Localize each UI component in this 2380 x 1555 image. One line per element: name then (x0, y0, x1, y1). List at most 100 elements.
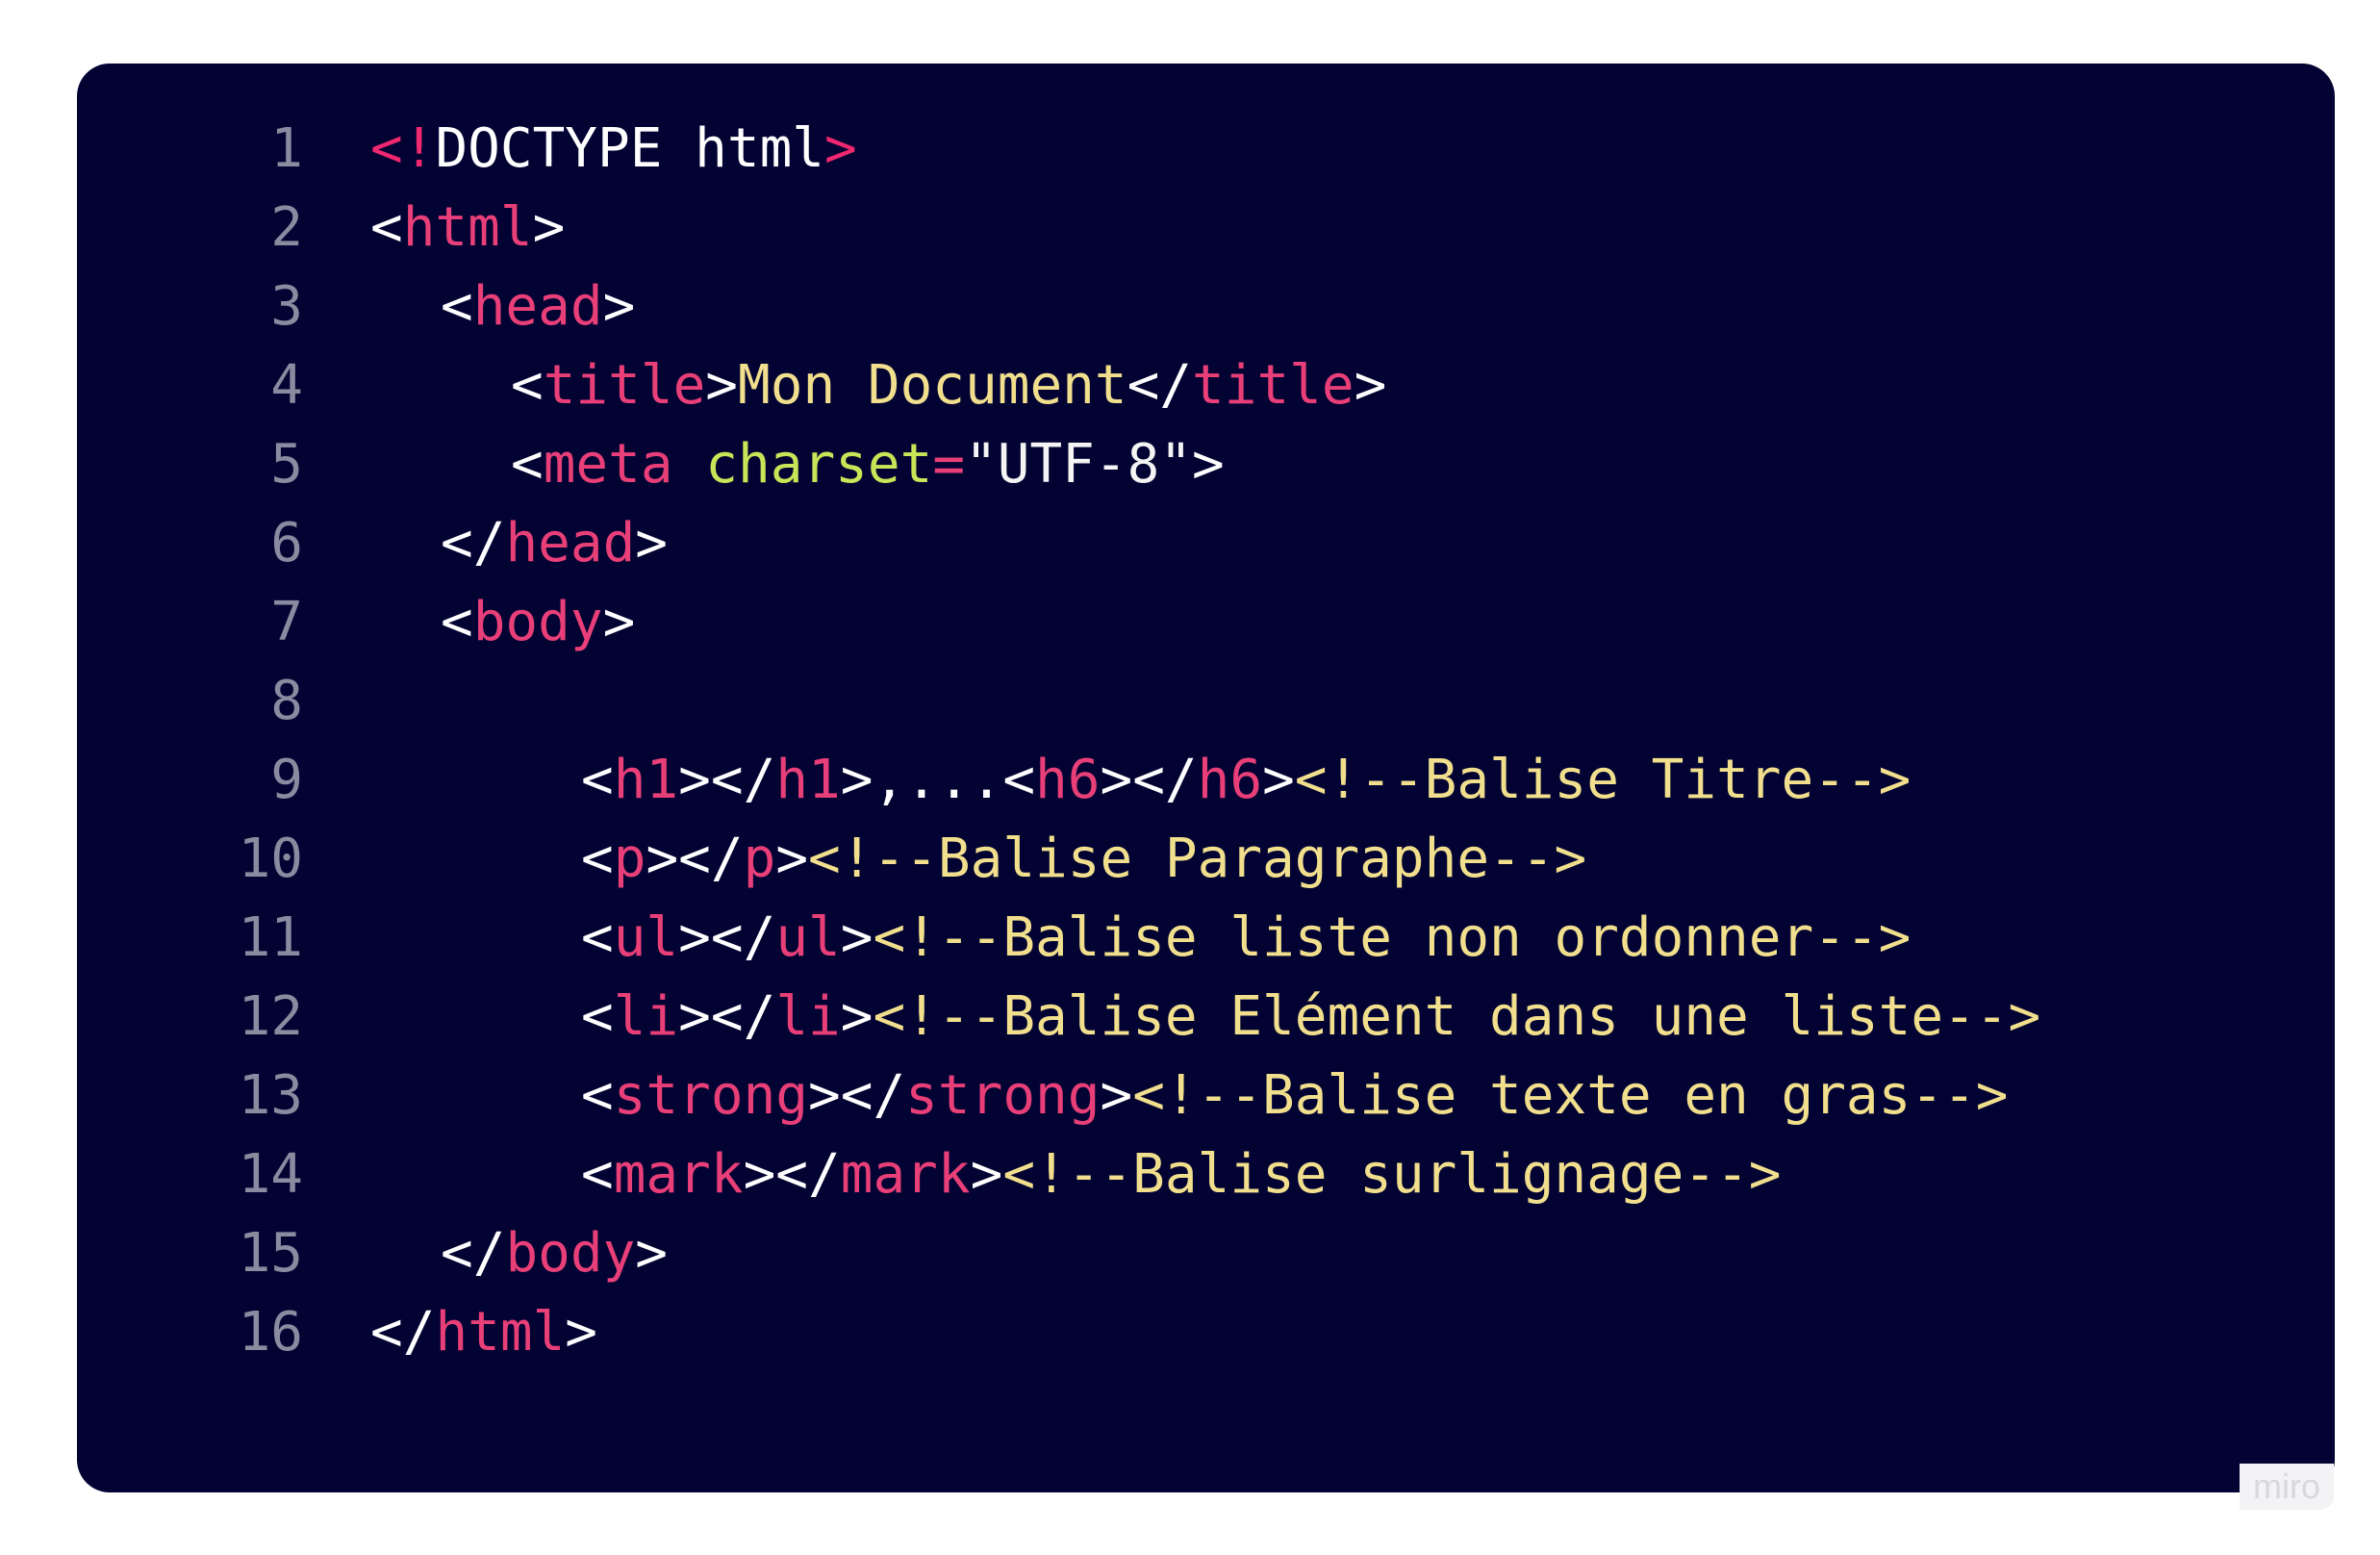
code-line-11: 11 <ul></ul><!--Balise liste non ordonner… (77, 899, 2335, 978)
code-token: ></ (1100, 749, 1198, 811)
line-number: 11 (238, 906, 303, 969)
code-token: < (581, 749, 614, 811)
code-token: < (581, 906, 614, 969)
code-line-8: 8 (77, 662, 2335, 741)
code-token: <!--Balise texte en gras--> (1132, 1064, 2009, 1127)
code-token: > (775, 828, 809, 890)
code-editor-panel: 1 <!DOCTYPE html> 2 <html> 3 <head> 4 <title>Mo… (77, 64, 2335, 1492)
line-number: 5 (270, 433, 303, 496)
code-token: <!--Balise surlignage--> (1002, 1143, 1782, 1206)
code-text: <!DOCTYPE html> (370, 110, 857, 189)
code-line-10: 10 <p></p><!--Balise Paragraphe--> (77, 820, 2335, 899)
code-token: meta (543, 433, 673, 496)
code-token: ></ (678, 906, 776, 969)
code-token: body (472, 591, 603, 653)
code-text: <title>Mon Document</title> (511, 346, 1386, 425)
code-token: = (932, 433, 966, 496)
code-token: p (613, 828, 646, 890)
code-token: <!--Balise Paragraphe--> (808, 828, 1587, 890)
code-line-2: 2 <html> (77, 189, 2335, 268)
code-token: strong (613, 1064, 809, 1127)
code-text: </html> (370, 1293, 597, 1372)
code-token: li (613, 985, 679, 1048)
code-line-6: 6 </head> (77, 504, 2335, 583)
code-text: <html> (370, 189, 565, 268)
line-number: 7 (270, 591, 303, 653)
code-token: < (581, 985, 614, 1048)
code-token: "UTF-8" (965, 433, 1193, 496)
code-text: <body> (441, 583, 635, 662)
code-text: <strong></strong><!--Balise texte en gra… (581, 1057, 2009, 1135)
code-token: > (1192, 433, 1225, 496)
code-token: ul (613, 906, 679, 969)
code-token: > (970, 1143, 1003, 1206)
code-token: < (511, 354, 544, 417)
code-token: < (370, 196, 403, 259)
code-token: ></ (808, 1064, 906, 1127)
code-token: </ (370, 1301, 436, 1364)
code-token: < (511, 433, 544, 496)
code-token: ></ (646, 828, 744, 890)
line-number: 3 (270, 275, 303, 338)
code-token: head (505, 512, 636, 574)
line-number: 1 (270, 117, 303, 180)
code-token: body (505, 1222, 636, 1285)
line-number: 6 (270, 512, 303, 574)
code-line-7: 7 <body> (77, 583, 2335, 662)
code-text: <mark></mark><!--Balise surlignage--> (581, 1135, 1781, 1214)
code-text: </head> (441, 504, 668, 583)
code-token: ul (775, 906, 841, 969)
line-number: 8 (270, 670, 303, 732)
line-number: 12 (238, 985, 303, 1048)
code-token: > (705, 354, 739, 417)
code-line-5: 5 <meta charset="UTF-8"> (77, 425, 2335, 504)
code-token: > (840, 906, 874, 969)
code-text: <li></li><!--Balise Elément dans une lis… (581, 978, 2040, 1057)
code-token: title (1192, 354, 1355, 417)
code-token: html (402, 196, 533, 259)
code-token: >,...< (840, 749, 1036, 811)
code-text: <p></p><!--Balise Paragraphe--> (581, 820, 1586, 899)
code-text: <meta charset="UTF-8"> (511, 425, 1225, 504)
code-token: </ (441, 512, 506, 574)
code-body: 1 <!DOCTYPE html> 2 <html> 3 <head> 4 <title>Mo… (77, 64, 2335, 1492)
code-token: < (581, 1143, 614, 1206)
code-token: Mon Document (738, 354, 1127, 417)
code-text: <h1></h1>,...<h6></h6><!--Balise Titre--… (581, 741, 1911, 820)
code-token: < (441, 275, 473, 338)
code-token: html (435, 1301, 566, 1364)
code-text: <head> (441, 268, 635, 346)
code-token: <! (370, 117, 436, 180)
code-line-14: 14 <mark></mark><!--Balise surlignage--> (77, 1135, 2335, 1214)
code-token: DOCTYPE html (435, 117, 825, 180)
code-token: ></ (743, 1143, 841, 1206)
code-token: mark (840, 1143, 971, 1206)
code-token: > (1354, 354, 1387, 417)
code-token: </ (1127, 354, 1193, 417)
miro-watermark: miro (2240, 1464, 2334, 1510)
code-token: > (565, 1301, 598, 1364)
code-line-1: 1 <!DOCTYPE html> (77, 110, 2335, 189)
line-number: 13 (238, 1064, 303, 1127)
code-token: < (581, 828, 614, 890)
code-line-3: 3 <head> (77, 268, 2335, 346)
code-text: <ul></ul><!--Balise liste non ordonner--… (581, 899, 1911, 978)
code-token: > (602, 275, 636, 338)
line-number: 15 (238, 1222, 303, 1285)
code-token: p (743, 828, 776, 890)
code-token: h6 (1035, 749, 1101, 811)
line-number: 14 (238, 1143, 303, 1206)
code-line-16: 16 </html> (77, 1293, 2335, 1372)
code-token: > (1262, 749, 1295, 811)
code-line-15: 15 </body> (77, 1214, 2335, 1293)
code-token: </ (441, 1222, 506, 1285)
line-number: 9 (270, 749, 303, 811)
code-token: h1 (775, 749, 841, 811)
code-token: > (532, 196, 566, 259)
line-number: 16 (238, 1301, 303, 1364)
code-text: </body> (441, 1214, 668, 1293)
code-token: > (824, 117, 857, 180)
code-token: head (472, 275, 603, 338)
code-token: < (441, 591, 473, 653)
